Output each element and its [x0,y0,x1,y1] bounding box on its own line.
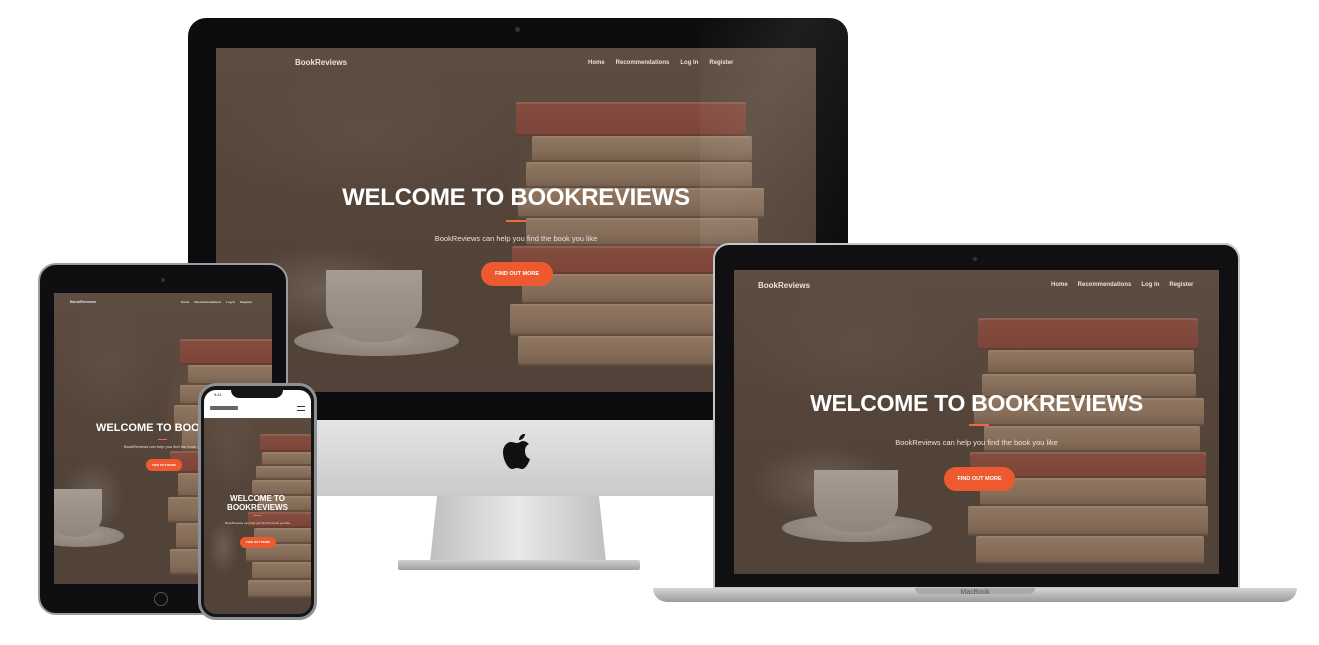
hero-divider [158,439,167,440]
hero-subtitle: BookReviews can help you find the book y… [895,438,1058,447]
ipad-camera [161,278,165,282]
nav-recommendations[interactable]: Recommendations [1078,282,1132,288]
imac-foot [398,560,640,570]
nav-links: Home Recommendations Log In Register [1051,282,1193,288]
find-out-more-button[interactable]: FIND OUT MORE [146,459,182,471]
nav-links: Home Recommendations Log In Register [181,300,252,304]
hero-divider [506,220,526,222]
phone-nav-brand [210,406,238,410]
hamburger-menu-icon[interactable] [297,406,305,411]
nav-home[interactable]: Home [1051,282,1068,288]
imac-camera [515,27,520,32]
ipad-home-button [154,592,168,606]
iphone-notch [231,388,283,398]
macbook-screen: BookReviews Home Recommendations Log In … [734,270,1219,574]
nav-home[interactable]: Home [588,60,605,66]
hero-subtitle: BookReviews can help you find the book y… [224,521,291,525]
apple-logo-icon [503,434,530,469]
nav-login[interactable]: Log In [226,300,235,304]
nav-brand[interactable]: BookReviews [295,58,347,67]
find-out-more-button[interactable]: FIND OUT MORE [240,537,276,548]
hero-title-line-2: BOOKREVIEWS [227,503,288,512]
nav-login[interactable]: Log In [1141,282,1159,288]
iphone-screen: 9:41 WELCOME TO BOOKREVIEWS BookReviews … [204,390,311,614]
nav-home[interactable]: Home [181,300,189,304]
hero-title-line-1: WELCOME TO [230,494,285,503]
nav-recommendations[interactable]: Recommendations [616,60,670,66]
macbook-label: MacBook [960,589,990,596]
phone-time: 9:41 [214,392,222,397]
nav-login[interactable]: Log In [680,60,698,66]
macbook-camera [973,257,977,261]
nav-register[interactable]: Register [1169,282,1193,288]
nav-register[interactable]: Register [240,300,252,304]
nav-brand[interactable]: BookReviews [758,281,810,290]
nav-brand[interactable]: BookReviews [70,299,96,304]
nav-recommendations[interactable]: Recommendations [194,300,221,304]
hero-divider [969,424,989,426]
find-out-more-button[interactable]: FIND OUT MORE [944,467,1015,491]
hero-divider [253,515,262,516]
hero-title: WELCOME TO BOOKREVIEWS [810,390,1143,416]
imac-stand [430,496,606,562]
find-out-more-button[interactable]: FIND OUT MORE [481,262,553,286]
